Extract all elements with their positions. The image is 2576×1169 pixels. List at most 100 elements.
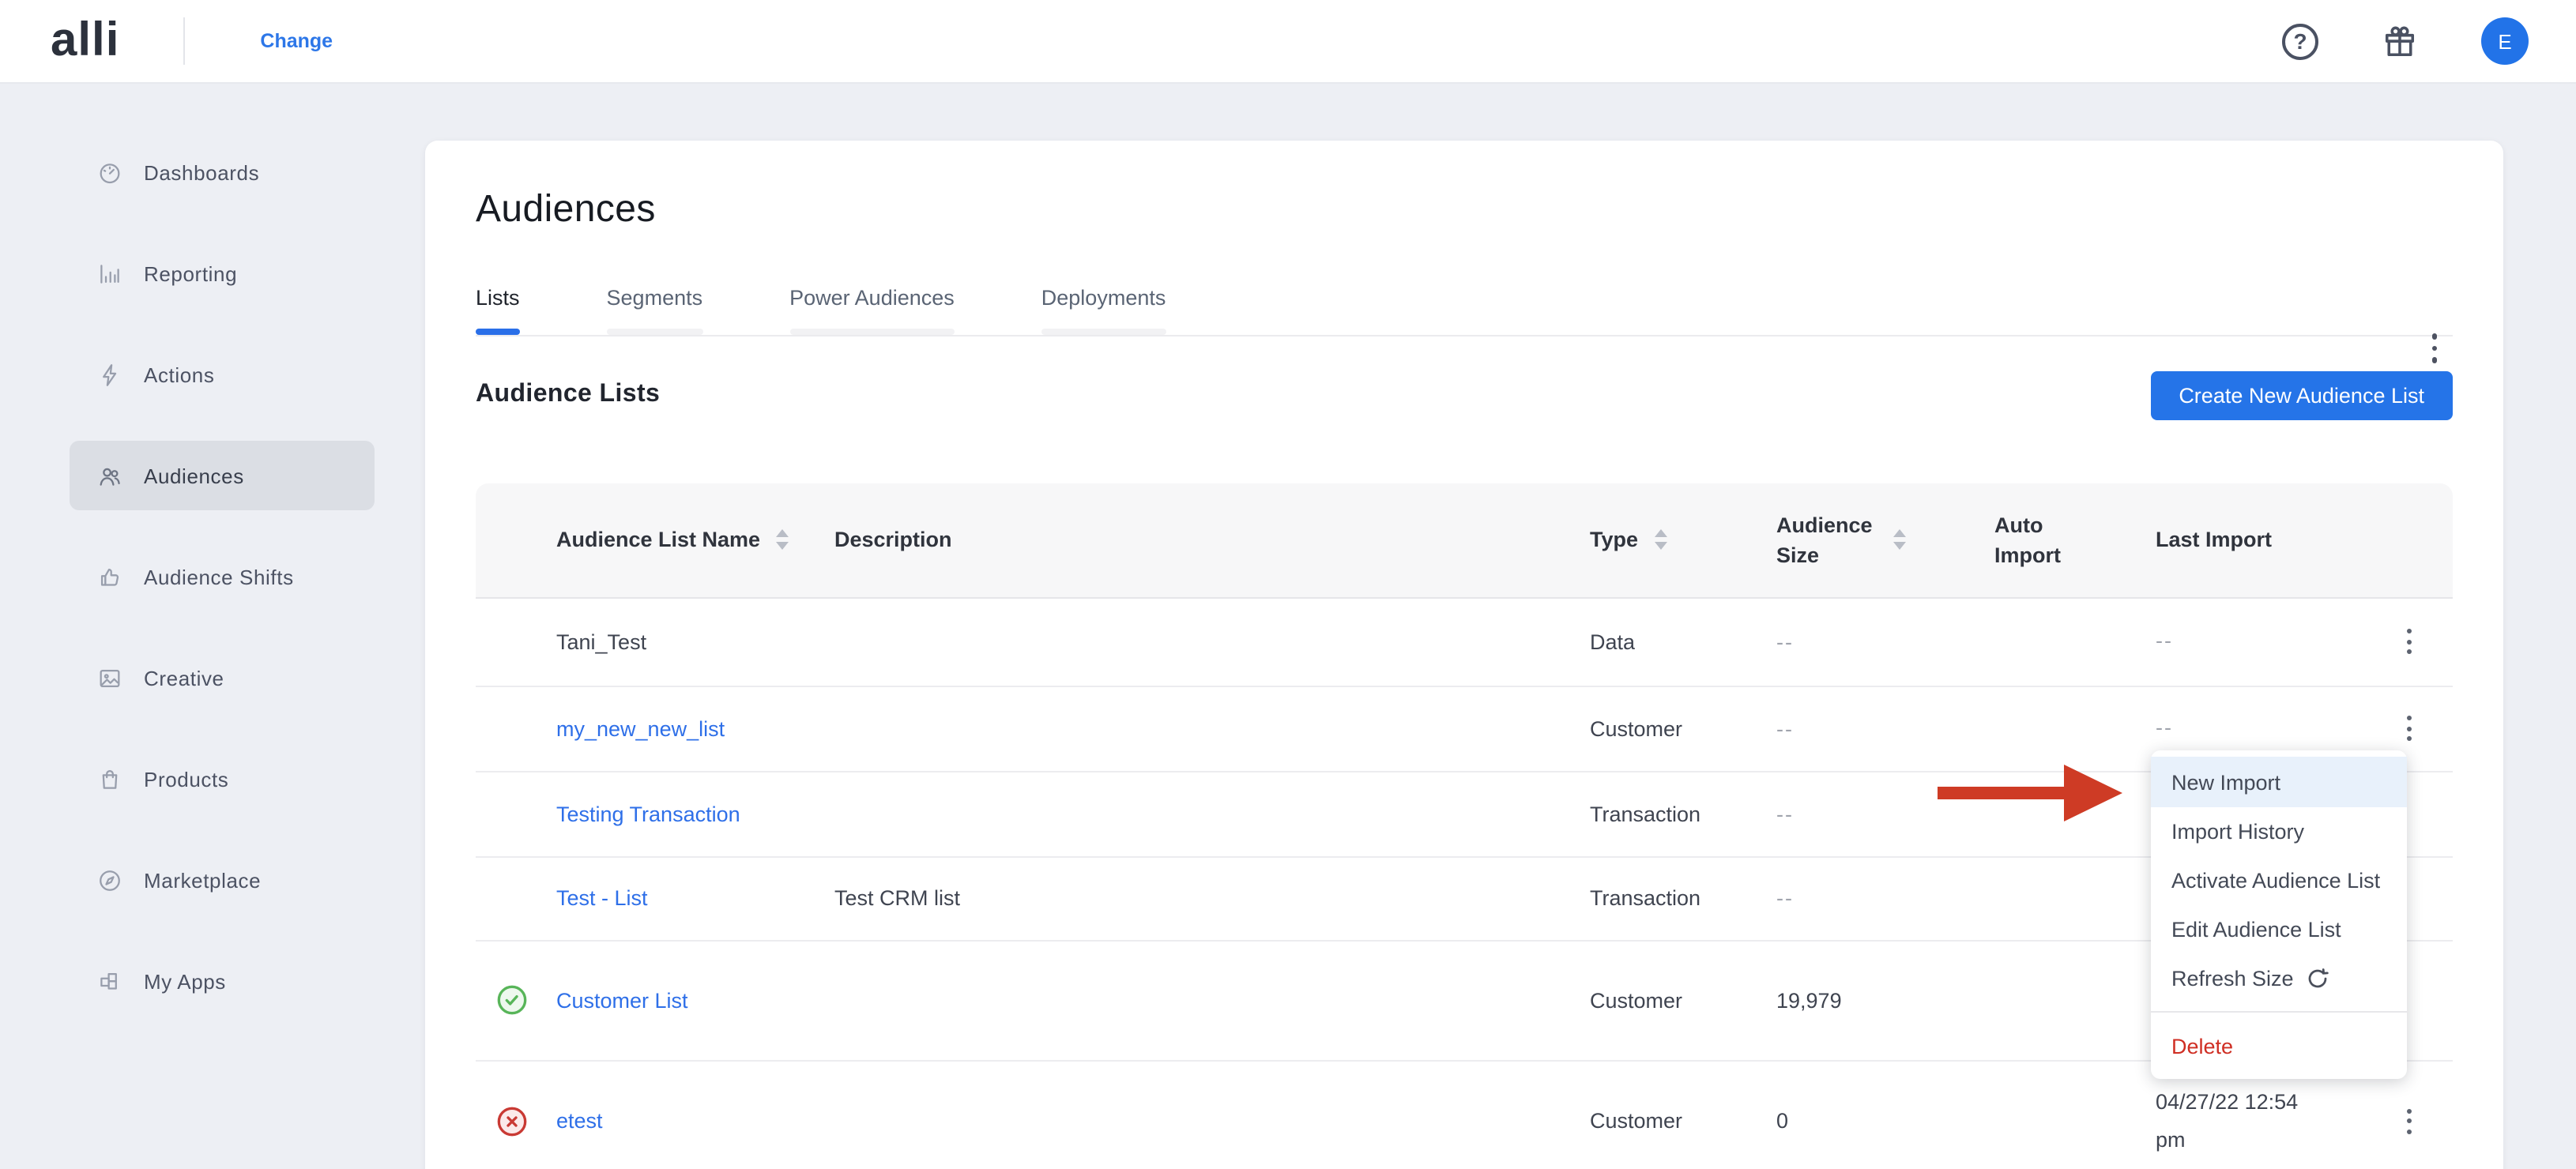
type-value: Transaction (1590, 886, 1700, 910)
column-header-auto-import: Auto Import (1985, 509, 2143, 569)
sidebar-item-marketplace[interactable]: Marketplace (70, 845, 375, 915)
menu-item-import-history[interactable]: Import History (2151, 807, 2407, 856)
row-kebab-menu-icon[interactable] (2393, 1100, 2423, 1141)
top-bar: alli Change ? E (0, 0, 2576, 84)
menu-item-label: Refresh Size (2171, 967, 2294, 990)
list-toolbar: Audience Lists Create New Audience List (476, 370, 2453, 419)
sidebar-item-label: Creative (144, 666, 224, 690)
column-label: Auto Import (1994, 509, 2096, 569)
audience-list-name-link[interactable]: Customer List (556, 988, 688, 1012)
type-value: Customer (1590, 988, 1682, 1012)
app-root: alli Change ? E Dashboards Reporting Actio… (0, 0, 2576, 1169)
section-title: Audience Lists (476, 381, 660, 409)
last_import-value: -- (2156, 709, 2173, 747)
type-value: Data (1590, 630, 1635, 653)
size-value: -- (1776, 802, 1794, 825)
refresh-icon (2307, 967, 2330, 990)
marketplace-icon (96, 866, 123, 893)
sidebar-item-label: Actions (144, 363, 214, 386)
tab-label: Deployments (1041, 284, 1166, 329)
column-label: Type (1590, 524, 1638, 554)
menu-divider (2151, 1011, 2407, 1013)
column-label: Audience List Name (556, 524, 760, 554)
size-value: -- (1776, 886, 1794, 910)
column-header-audience-size[interactable]: Audience Size (1767, 509, 1985, 569)
sidebar-item-audience-shifts[interactable]: Audience Shifts (70, 542, 375, 611)
gift-icon[interactable] (2380, 21, 2420, 61)
sort-arrows-icon[interactable] (776, 530, 789, 550)
tab-deployments[interactable]: Deployments (1041, 284, 1166, 334)
sidebar-item-label: Dashboards (144, 160, 259, 184)
sidebar-nav: Dashboards Reporting Actions Audiences Audie… (0, 84, 425, 1047)
sidebar-item-products[interactable]: Products (70, 744, 375, 814)
table-row: Tani_Test Data -- -- (476, 598, 2453, 686)
tab-underline (607, 329, 703, 334)
alli-logo: alli (51, 17, 119, 65)
card-kebab-menu-icon[interactable] (2425, 327, 2443, 369)
sidebar-item-audiences[interactable]: Audiences (70, 441, 375, 510)
menu-item-label: Edit Audience List (2171, 918, 2341, 942)
menu-item-edit-audience-list[interactable]: Edit Audience List (2151, 905, 2407, 954)
audience-list-name-link[interactable]: etest (556, 1109, 603, 1133)
tab-label: Segments (607, 284, 703, 329)
sidebar-item-reporting[interactable]: Reporting (70, 239, 375, 308)
products-icon (96, 765, 123, 792)
menu-item-activate-audience-list[interactable]: Activate Audience List (2151, 856, 2407, 905)
menu-item-label: Import History (2171, 820, 2304, 844)
audience-shifts-icon (96, 563, 123, 590)
sidebar-item-label: Products (144, 767, 228, 791)
page-title: Audiences (476, 188, 2453, 232)
column-label: Description (834, 524, 952, 554)
row-kebab-menu-icon[interactable] (2393, 708, 2423, 749)
topbar-actions: ? E (2282, 17, 2529, 65)
tab-label: Power Audiences (789, 284, 955, 329)
dashboard-icon (96, 159, 123, 186)
user-avatar[interactable]: E (2481, 17, 2529, 65)
size-value: -- (1776, 630, 1794, 653)
row-context-menu: New Import Import History Activate Audienc… (2151, 750, 2407, 1079)
tab-underline (789, 329, 955, 334)
sort-arrows-icon[interactable] (1893, 530, 1906, 550)
column-header-description: Description (828, 524, 1580, 554)
type-value: Customer (1590, 716, 1682, 740)
audience-list-name-link[interactable]: Test - List (556, 886, 648, 910)
column-header-audience-list-name[interactable]: Audience List Name (548, 524, 828, 554)
menu-item-label: Delete (2171, 1035, 2233, 1058)
sidebar-item-dashboards[interactable]: Dashboards (70, 137, 375, 207)
change-link[interactable]: Change (260, 30, 333, 52)
sidebar-item-my-apps[interactable]: My Apps (70, 946, 375, 1016)
audience-list-name-link[interactable]: my_new_new_list (556, 716, 725, 740)
sidebar-item-label: My Apps (144, 969, 226, 993)
audience-list-name-link[interactable]: Testing Transaction (556, 802, 740, 825)
sidebar-item-label: Audiences (144, 464, 244, 487)
my-apps-icon (96, 968, 123, 994)
last_import-value: -- (2156, 622, 2173, 660)
create-new-audience-list-button[interactable]: Create New Audience List (2150, 370, 2453, 419)
topbar-divider (183, 17, 184, 65)
sidebar-item-actions[interactable]: Actions (70, 340, 375, 409)
type-value: Customer (1590, 1109, 1682, 1133)
sidebar-item-creative[interactable]: Creative (70, 643, 375, 712)
column-label: Audience Size (1776, 509, 1877, 569)
tab-power-audiences[interactable]: Power Audiences (789, 284, 955, 334)
sort-arrows-icon[interactable] (1654, 530, 1666, 550)
creative-icon (96, 664, 123, 691)
sidebar-item-label: Reporting (144, 261, 237, 285)
success-status-icon (476, 984, 548, 1016)
menu-item-delete[interactable]: Delete (2151, 1022, 2407, 1071)
row-kebab-menu-icon[interactable] (2393, 621, 2423, 662)
menu-item-label: Activate Audience List (2171, 869, 2380, 893)
help-icon[interactable]: ? (2282, 23, 2318, 59)
audiences-icon (96, 462, 123, 489)
error-status-icon (476, 1105, 548, 1137)
tab-bar: Lists Segments Power Audiences Deployments (476, 284, 2453, 336)
size-value: -- (1776, 716, 1794, 740)
tab-underline (476, 329, 520, 334)
table-header-row: Audience List Name Description Type Audienc… (476, 483, 2453, 598)
menu-item-refresh-size[interactable]: Refresh Size (2151, 954, 2407, 1003)
tab-lists[interactable]: Lists (476, 284, 520, 334)
audience-list-name: Tani_Test (556, 630, 646, 653)
column-header-type[interactable]: Type (1580, 524, 1767, 554)
tab-segments[interactable]: Segments (607, 284, 703, 334)
menu-item-new-import[interactable]: New Import (2151, 757, 2407, 807)
